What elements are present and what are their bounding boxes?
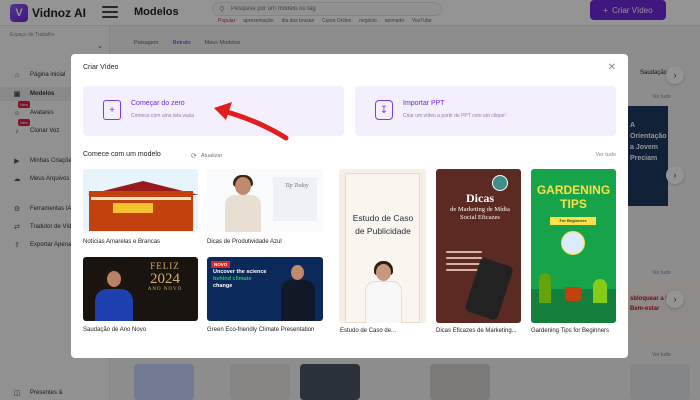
template-label[interactable]: Green Eco-friendly Climate Presentation <box>207 327 314 333</box>
template-thumb-green-eco[interactable]: NOVO Uncover the science behind climate … <box>207 257 323 321</box>
template-label[interactable]: Saudação de Ano Novo <box>83 327 146 333</box>
thumb-avatar <box>561 231 585 255</box>
option-title: Importar PPT <box>403 100 445 107</box>
refresh-button[interactable]: ⟳ Atualizar <box>191 152 222 160</box>
thumb-graphic <box>565 287 581 301</box>
template-thumb-gardening[interactable]: GARDENING TIPS For Beginners <box>531 169 616 323</box>
thumb-text: For Beginners <box>550 217 596 225</box>
thumb-text: de Marketing de Mídia Social Eficazes <box>450 206 510 221</box>
modal-title: Criar Vídeo <box>83 64 119 71</box>
thumb-text: FELIZ <box>150 261 180 271</box>
template-thumb-noticias[interactable] <box>83 169 198 232</box>
thumb-text: 2024 <box>150 271 180 287</box>
red-arrow-annotation <box>214 102 289 141</box>
new-badge: NOVO <box>211 261 231 268</box>
template-thumb-dicas-produtividade[interactable]: Tip Today <box>207 169 323 232</box>
thumb-text: Estudo de Caso de Publicidade <box>352 213 414 236</box>
create-video-modal: Criar Vídeo ✕ + Começar do zero Comece c… <box>71 54 628 358</box>
close-icon[interactable]: ✕ <box>608 62 616 73</box>
avatar <box>492 175 508 191</box>
thumb-text: ANO NOVO <box>147 287 183 292</box>
template-label[interactable]: Gardening Tips for Beginners <box>531 328 609 334</box>
thumb-text: Uncover the science <box>213 269 267 275</box>
option-title: Começar do zero <box>131 100 185 107</box>
thumb-graphic <box>95 289 133 321</box>
section-title: Comece com um modelo <box>83 151 161 158</box>
option-subtitle: Comece com uma tela vazia <box>131 113 195 119</box>
import-ppt-card[interactable]: ↧ Importar PPT Criar um vídeo a partir d… <box>355 86 616 136</box>
thumb-graphic <box>281 280 315 321</box>
template-label[interactable]: Dicas Eficazes de Marketing... <box>436 328 517 334</box>
refresh-icon: ⟳ <box>191 153 197 160</box>
thumb-graphic <box>91 197 191 200</box>
thumb-graphic: Dicas de Marketing de Mídia Social Efica… <box>442 191 518 222</box>
new-file-icon: + <box>103 100 121 120</box>
thumb-graphic <box>593 279 607 303</box>
template-thumb-dicas-marketing[interactable]: Dicas de Marketing de Mídia Social Efica… <box>436 169 521 323</box>
thumb-graphic: Estudo de Caso de Publicidade <box>345 173 420 323</box>
thumb-text: Dicas <box>466 191 494 205</box>
thumb-text: change <box>213 283 233 289</box>
template-thumb-estudo-de-caso[interactable]: Estudo de Caso de Publicidade <box>339 169 426 323</box>
option-subtitle: Criar um vídeo a partir de PPT com um cl… <box>403 113 506 119</box>
thumb-graphic <box>113 203 153 213</box>
template-label[interactable]: Notícias Amarelas e Brancas <box>83 239 160 245</box>
import-icon: ↧ <box>375 100 393 120</box>
thumb-avatar <box>223 175 263 232</box>
thumb-graphic <box>107 271 121 287</box>
thumb-text: Tip Today <box>285 183 309 189</box>
thumb-graphic <box>539 273 551 303</box>
template-label[interactable]: Estudo de Caso de... <box>340 328 396 334</box>
thumb-graphic <box>291 265 304 280</box>
refresh-label: Atualizar <box>200 153 223 159</box>
template-label[interactable]: Dicas de Produtividade Azul <box>207 239 282 245</box>
see-all-link[interactable]: Ver tudo <box>596 152 617 158</box>
thumb-graphic: Uncover the science behind climate chang… <box>213 269 275 290</box>
thumb-text: GARDENING TIPS <box>536 183 611 211</box>
thumb-graphic: FELIZ 2024 ANO NOVO <box>135 261 195 292</box>
thumb-text: behind climate <box>213 276 252 282</box>
template-thumb-ano-novo[interactable]: FELIZ 2024 ANO NOVO <box>83 257 198 321</box>
